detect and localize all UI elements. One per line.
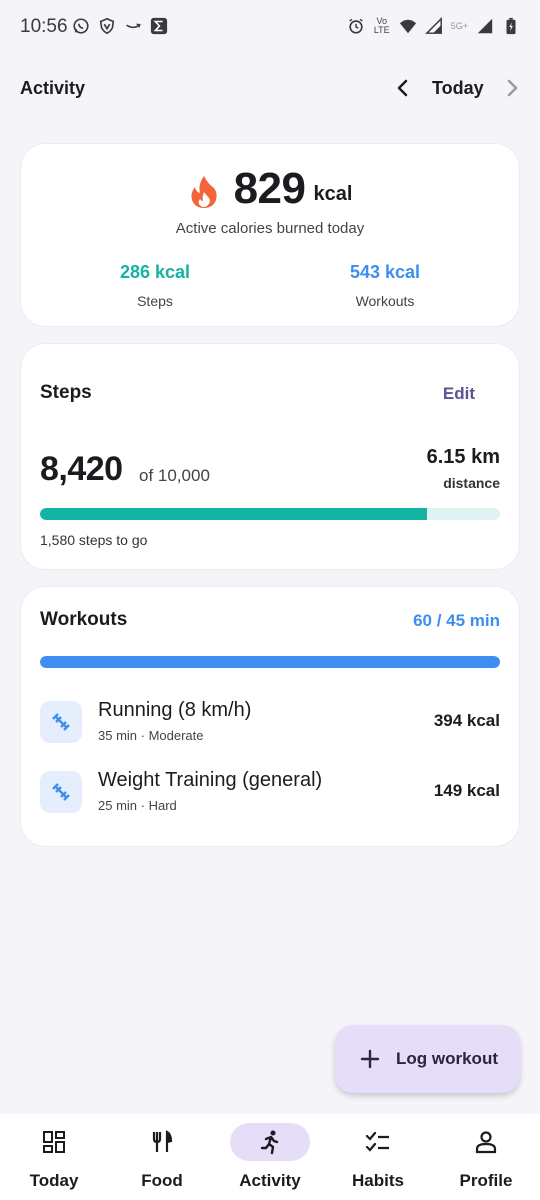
workouts-title: Workouts — [40, 609, 128, 630]
workouts-card: Workouts 60 / 45 min Running (8 km/h) 35… — [21, 587, 519, 846]
calories-unit: kcal — [313, 183, 353, 205]
nav-label-profile: Profile — [459, 1171, 513, 1190]
chevron-left-icon[interactable] — [392, 77, 414, 99]
exercise-icon — [40, 701, 82, 743]
steps-goal: of 10,000 — [139, 466, 210, 485]
steps-title: Steps — [40, 382, 92, 403]
volte-label: Vo LTE — [373, 16, 390, 35]
person-icon — [475, 1131, 497, 1154]
app-bar: Activity Today — [0, 60, 540, 116]
date-label: Today — [432, 78, 484, 98]
dashboard-icon — [43, 1131, 65, 1153]
network-type-label: 5G+ — [450, 20, 468, 31]
workout-name: Running (8 km/h) — [98, 699, 252, 721]
vpn-shield-icon — [99, 17, 115, 35]
steps-progress-bar — [40, 508, 500, 520]
nav-icon-container — [230, 1123, 310, 1161]
whatsapp-icon — [73, 18, 89, 34]
edit-steps-button[interactable]: Edit — [443, 384, 475, 404]
distance-value: 6.15 km — [426, 446, 500, 468]
nav-icon-container — [348, 1123, 408, 1161]
alarm-icon — [348, 18, 363, 34]
status-bar: 10:56 Vo LTE 5G+ — [0, 0, 540, 56]
nav-icon-container — [456, 1123, 516, 1161]
nav-label-today: Today — [29, 1171, 79, 1190]
steps-count: 8,420 — [40, 450, 123, 488]
signal-full-icon — [477, 18, 493, 34]
nav-item-profile[interactable]: Profile — [432, 1114, 540, 1200]
steps-calories-label: Steps — [137, 293, 173, 309]
battery-charging-icon — [506, 17, 516, 35]
workouts-calories-label: Workouts — [355, 293, 415, 309]
workouts-minutes: 60 / 45 min — [413, 611, 500, 630]
calories-value: 829 — [233, 164, 306, 213]
distance-label: distance — [443, 475, 500, 491]
calories-summary: 829 kcal — [21, 166, 519, 212]
chevron-right-icon[interactable] — [501, 77, 523, 99]
wifi-icon — [399, 19, 416, 34]
workout-item[interactable]: Weight Training (general) 25 min · Hard … — [40, 769, 500, 819]
sigma-app-icon — [150, 17, 168, 35]
nav-icon-container — [24, 1123, 84, 1161]
workout-kcal: 149 kcal — [433, 781, 500, 800]
workout-meta: 25 min · Hard — [98, 798, 177, 813]
calories-subtitle: Active calories burned today — [175, 220, 365, 237]
nav-item-habits[interactable]: Habits — [324, 1114, 432, 1200]
workouts-progress-fill — [40, 656, 500, 668]
exercise-icon — [40, 771, 82, 813]
workouts-calories-value: 543 kcal — [349, 262, 421, 282]
page-title: Activity — [20, 78, 86, 98]
steps-calories-value: 286 kcal — [119, 262, 191, 282]
nav-item-food[interactable]: Food — [108, 1114, 216, 1200]
fork-knife-icon — [152, 1130, 173, 1152]
status-system-icons: Vo LTE 5G+ — [347, 17, 520, 35]
checklist-icon — [365, 1131, 389, 1152]
calories-card: 829 kcal Active calories burned today 28… — [21, 144, 519, 326]
steps-calories: 286 kcal Steps — [55, 262, 255, 309]
flame-icon — [190, 176, 217, 208]
running-icon — [260, 1130, 279, 1155]
workout-meta: 35 min · Moderate — [98, 728, 204, 743]
workout-kcal: 394 kcal — [433, 711, 500, 730]
log-workout-label: Log workout — [396, 1049, 498, 1068]
signal-icon — [424, 17, 442, 34]
nav-icon-container — [132, 1123, 192, 1161]
steps-card: Steps Edit 8,420 of 10,000 6.15 km dista… — [21, 344, 519, 569]
steps-remaining: 1,580 steps to go — [40, 532, 148, 548]
amazon-icon — [126, 23, 141, 29]
workouts-progress-bar — [40, 656, 500, 668]
workouts-calories: 543 kcal Workouts — [285, 262, 485, 309]
plus-icon — [360, 1049, 380, 1069]
nav-label-activity: Activity — [239, 1171, 301, 1190]
log-workout-button[interactable]: Log workout — [335, 1025, 520, 1093]
nav-label-food: Food — [141, 1171, 183, 1190]
bottom-navigation: Today Food Activity Habits Profile — [0, 1114, 540, 1200]
workout-name: Weight Training (general) — [98, 769, 323, 791]
status-notification-icons — [72, 17, 168, 35]
nav-item-today[interactable]: Today — [0, 1114, 108, 1200]
workout-item[interactable]: Running (8 km/h) 35 min · Moderate 394 k… — [40, 699, 500, 749]
status-time: 10:56 — [20, 16, 68, 37]
nav-label-habits: Habits — [352, 1171, 404, 1190]
steps-progress-fill — [40, 508, 428, 520]
